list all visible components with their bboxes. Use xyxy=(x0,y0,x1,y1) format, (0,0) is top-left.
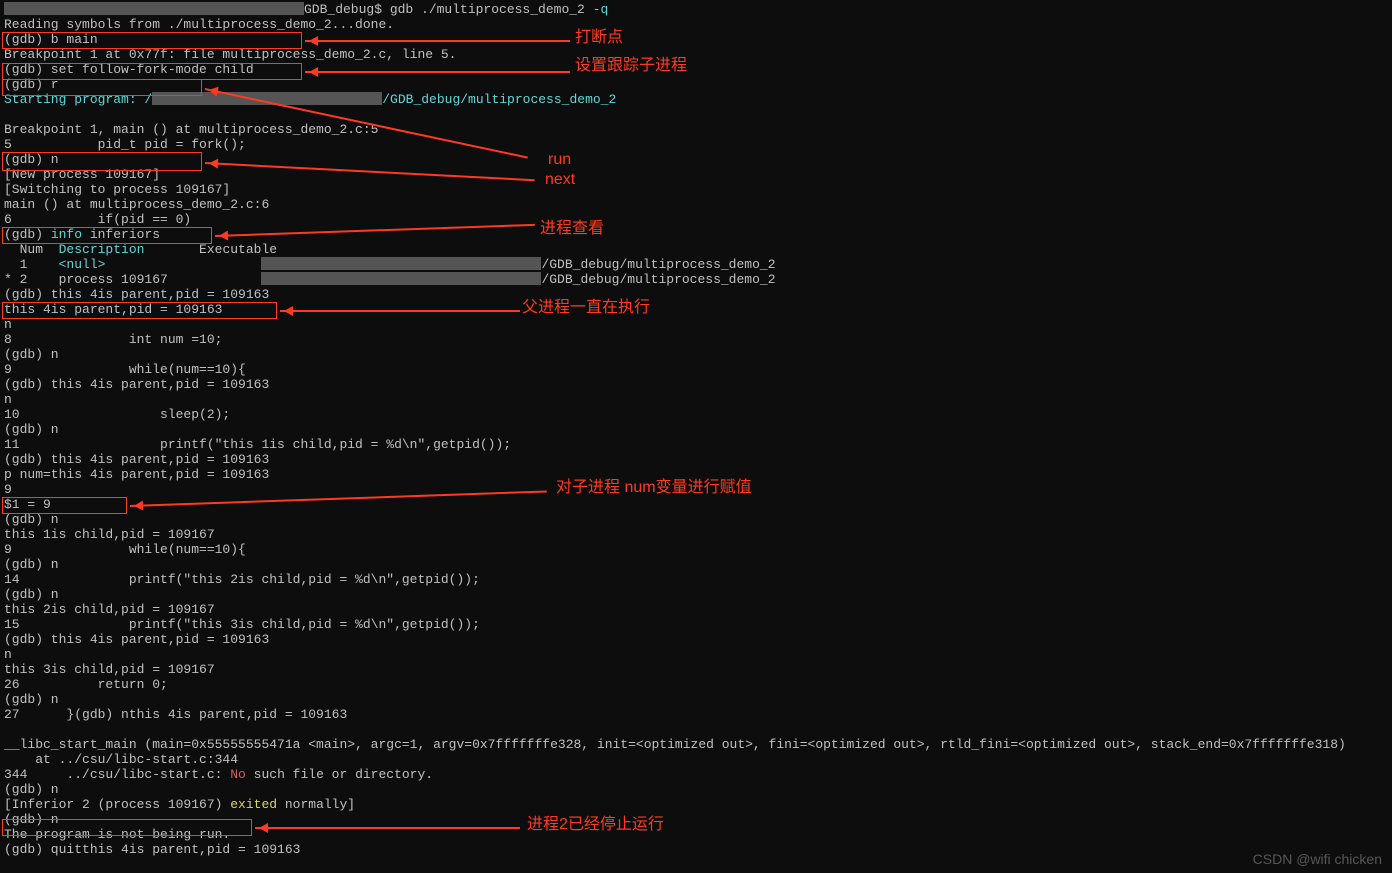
src-line-9: 9 while(num==10){ xyxy=(4,362,1388,377)
arrow-b-main xyxy=(305,40,570,42)
gdb-parent-4: (gdb) this 4is parent,pid = 109163 xyxy=(4,632,1388,647)
box-parent-running xyxy=(2,302,277,319)
box-b-main xyxy=(2,32,302,49)
annot-next: next xyxy=(545,172,575,187)
dollar-1: $1 = 9 xyxy=(4,497,1388,512)
n: n xyxy=(4,392,1388,407)
arrow-follow xyxy=(305,71,570,73)
gdb-n-8: (gdb) n xyxy=(4,782,1388,797)
blank xyxy=(4,722,1388,737)
main-at: main () at multiprocess_demo_2.c:6 xyxy=(4,197,1388,212)
inferiors-header: Num Description Executable xyxy=(4,242,1388,257)
libc-start-main: __libc_start_main (main=0x55555555471a <… xyxy=(4,737,1388,752)
src-line-8: 8 int num =10; xyxy=(4,332,1388,347)
terminal-output: GDB_debug$ gdb ./multiprocess_demo_2 -q … xyxy=(4,2,1388,857)
inferiors-row-2: * 2 process 109167 /GDB_debug/multiproce… xyxy=(4,272,1388,287)
line-344: 344 ../csu/libc-start.c: No such file or… xyxy=(4,767,1388,782)
bp-hit: Breakpoint 1, main () at multiprocess_de… xyxy=(4,122,1388,137)
src-line-5: 5 pid_t pid = fork(); xyxy=(4,137,1388,152)
gdb-n-4: (gdb) n xyxy=(4,512,1388,527)
this-1-child: this 1is child,pid = 109167 xyxy=(4,527,1388,542)
gdb-parent-1: (gdb) this 4is parent,pid = 109163 xyxy=(4,287,1388,302)
annot-process-view: 进程查看 xyxy=(540,221,604,236)
box-set-follow xyxy=(2,63,302,80)
shell-prompt: GDB_debug$ gdb ./multiprocess_demo_2 -q xyxy=(4,2,1388,17)
breakpoint-msg: Breakpoint 1 at 0x77f: file multiprocess… xyxy=(4,47,1388,62)
src-line-9b: 9 while(num==10){ xyxy=(4,542,1388,557)
gdb-quit: (gdb) quitthis 4is parent,pid = 109163 xyxy=(4,842,1388,857)
annot-num-assign: 对子进程 num变量进行赋值 xyxy=(556,480,752,495)
gdb-n-2: (gdb) n xyxy=(4,347,1388,362)
watermark: CSDN @wifi chicken xyxy=(1253,852,1382,867)
gdb-n-3: (gdb) n xyxy=(4,422,1388,437)
gdb-n-7: (gdb) n xyxy=(4,692,1388,707)
gdb-parent-2: (gdb) this 4is parent,pid = 109163 xyxy=(4,377,1388,392)
annot-parent-running: 父进程一直在执行 xyxy=(522,300,650,315)
annot-run: run xyxy=(548,152,571,167)
gdb-parent-3: (gdb) this 4is parent,pid = 109163 xyxy=(4,452,1388,467)
box-not-running xyxy=(2,819,252,836)
inferiors-row-1: 1 <null> /GDB_debug/multiprocess_demo_2 xyxy=(4,257,1388,272)
annot-follow-child: 设置跟踪子进程 xyxy=(575,58,687,73)
read-symbols: Reading symbols from ./multiprocess_demo… xyxy=(4,17,1388,32)
blank xyxy=(4,107,1388,122)
this-3-child: this 3is child,pid = 109167 xyxy=(4,662,1388,677)
n: n xyxy=(4,317,1388,332)
switching: [Switching to process 109167] xyxy=(4,182,1388,197)
src-line-6: 6 if(pid == 0) xyxy=(4,212,1388,227)
src-line-26: 26 return 0; xyxy=(4,677,1388,692)
src-line-14: 14 printf("this 2is child,pid = %d\n",ge… xyxy=(4,572,1388,587)
annot-proc2-stopped: 进程2已经停止运行 xyxy=(527,817,664,832)
inferior2-exit: [Inferior 2 (process 109167) exited norm… xyxy=(4,797,1388,812)
annot-breakpoint: 打断点 xyxy=(575,30,623,45)
src-line-10: 10 sleep(2); xyxy=(4,407,1388,422)
box-r xyxy=(2,79,202,96)
src-line-15: 15 printf("this 3is child,pid = %d\n",ge… xyxy=(4,617,1388,632)
new-process: [New process 109167] xyxy=(4,167,1388,182)
this-2-child: this 2is child,pid = 109167 xyxy=(4,602,1388,617)
box-dollar1 xyxy=(2,497,127,514)
arrow-stopped xyxy=(255,827,520,829)
libc-at: at ../csu/libc-start.c:344 xyxy=(4,752,1388,767)
gdb-n-6: (gdb) n xyxy=(4,587,1388,602)
src-line-11: 11 printf("this 1is child,pid = %d\n",ge… xyxy=(4,437,1388,452)
box-info-inferiors xyxy=(2,227,212,244)
arrow-parent-running xyxy=(280,310,520,312)
box-n xyxy=(2,152,202,171)
src-line-27: 27 }(gdb) nthis 4is parent,pid = 109163 xyxy=(4,707,1388,722)
n: n xyxy=(4,647,1388,662)
gdb-n-5: (gdb) n xyxy=(4,557,1388,572)
